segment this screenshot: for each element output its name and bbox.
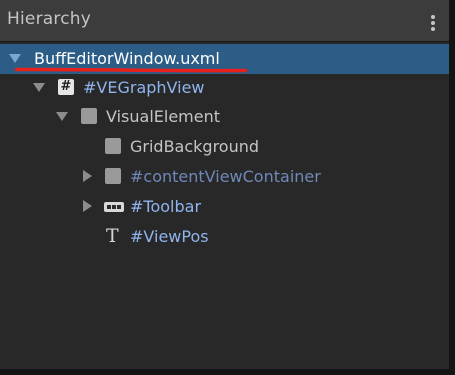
visual-element-icon xyxy=(105,138,121,154)
window-frame xyxy=(0,369,455,375)
tree-item-label: #contentViewContainer xyxy=(130,167,321,186)
text-icon: T xyxy=(106,225,119,247)
tree-item-label: GridBackground xyxy=(130,137,260,156)
expand-arrow-icon[interactable] xyxy=(9,54,21,63)
hash-icon: # xyxy=(58,79,74,95)
tree-item-vegraphview[interactable]: # #VEGraphView xyxy=(0,73,449,103)
toolbar-icon xyxy=(104,202,124,212)
expand-arrow-icon[interactable] xyxy=(33,83,45,92)
red-underline-annotation xyxy=(15,67,247,73)
visual-element-icon xyxy=(105,168,121,184)
tree-item-visualelement[interactable]: VisualElement xyxy=(0,102,449,132)
tree-item-label: #ViewPos xyxy=(130,227,209,246)
hierarchy-window: Hierarchy BuffEditorWindow.uxml # #VEGra… xyxy=(0,0,455,375)
tree-item-contentviewcontainer[interactable]: #contentViewContainer xyxy=(0,162,449,192)
kebab-menu-icon[interactable] xyxy=(427,13,439,33)
panel-header: Hierarchy xyxy=(0,0,449,42)
tree-item-label: BuffEditorWindow.uxml xyxy=(34,49,220,68)
expand-arrow-icon[interactable] xyxy=(56,112,68,121)
window-frame xyxy=(449,0,455,375)
panel-title: Hierarchy xyxy=(7,9,91,29)
collapse-arrow-icon[interactable] xyxy=(83,170,92,182)
visual-element-icon xyxy=(81,108,97,124)
tree-item-label: #Toolbar xyxy=(130,197,202,216)
tree-item-label: #VEGraphView xyxy=(83,78,205,97)
tree-item-toolbar[interactable]: #Toolbar xyxy=(0,192,449,222)
tree-item-label: VisualElement xyxy=(106,107,221,126)
collapse-arrow-icon[interactable] xyxy=(83,200,92,212)
tree-item-viewpos[interactable]: T #ViewPos xyxy=(0,222,449,252)
tree-item-gridbackground[interactable]: GridBackground xyxy=(0,132,449,162)
